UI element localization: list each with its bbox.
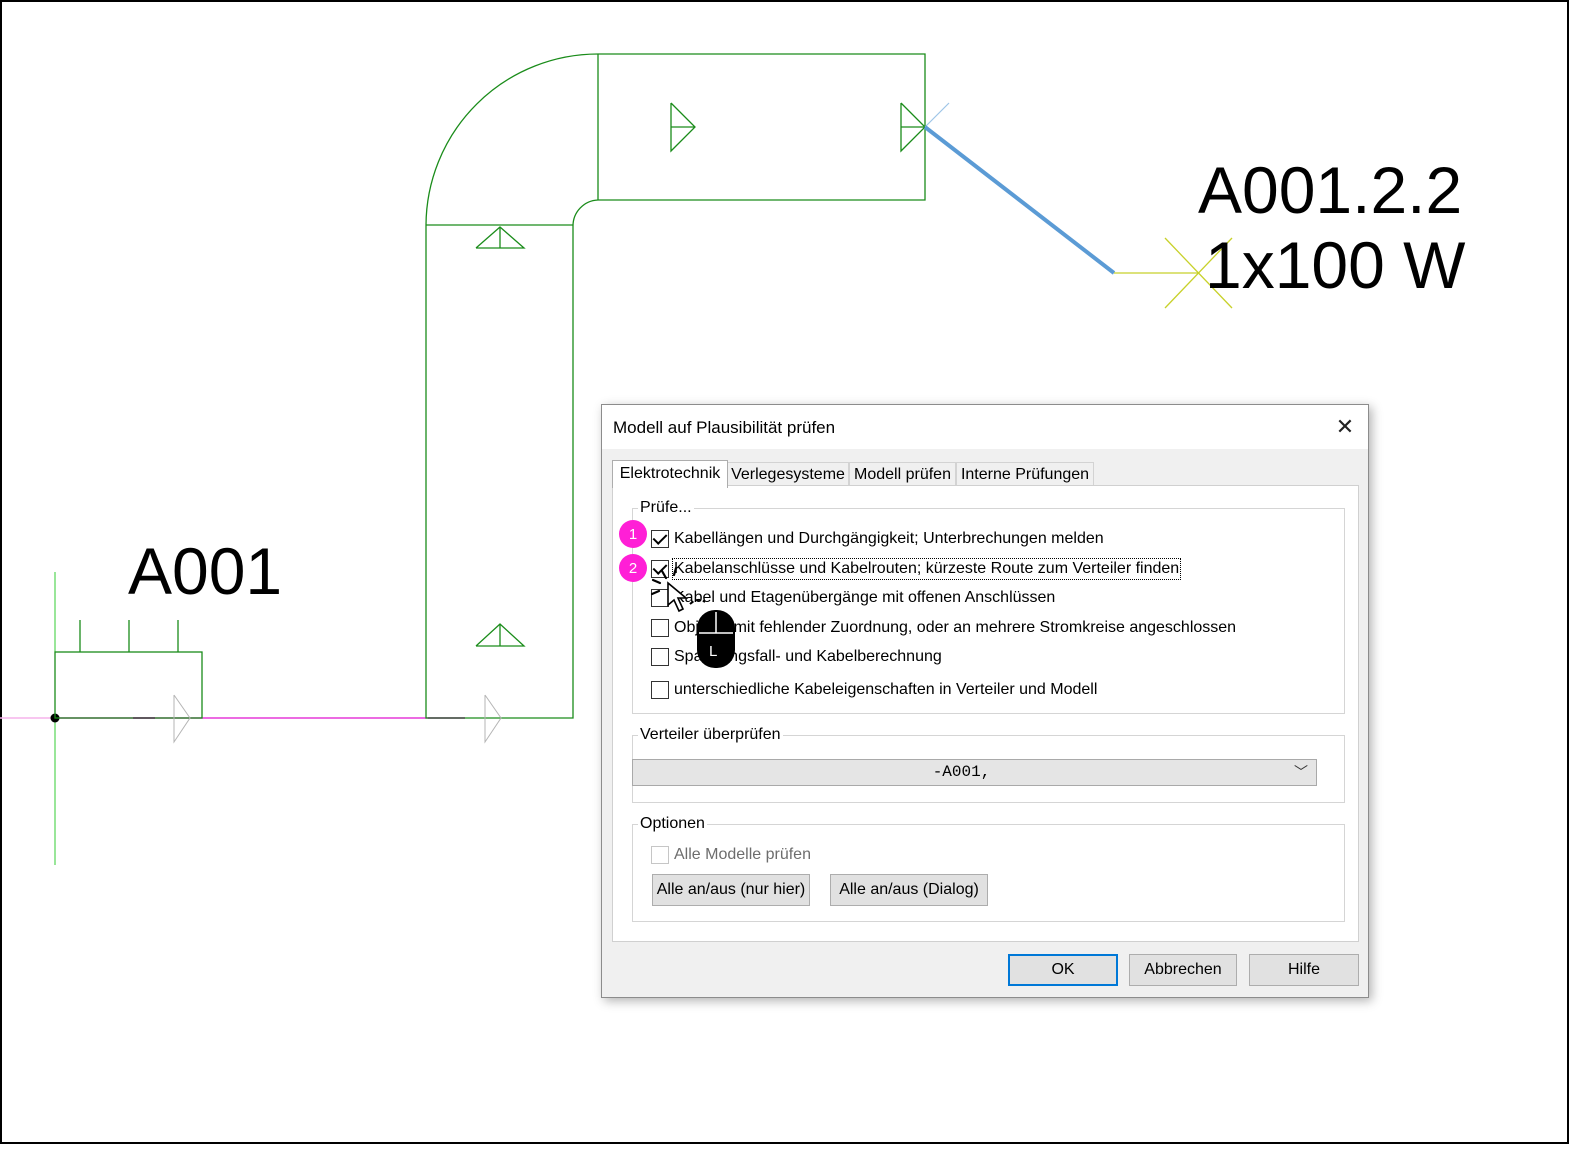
mouse-button-label: L xyxy=(709,643,718,660)
toggle-all-here-button[interactable]: Alle an/aus (nur hier) xyxy=(652,874,810,906)
check-group-label: Prüfe... xyxy=(638,499,694,517)
check-item-label: Kabelanschlüsse und Kabelrouten; kürzest… xyxy=(671,558,1182,580)
check-item-voltage-drop[interactable]: Spannungsfall- und Kabelberechnung xyxy=(651,646,942,668)
check-item-cable-properties[interactable]: unterschiedliche Kabeleigenschaften in V… xyxy=(651,679,1097,701)
cancel-button[interactable]: Abbrechen xyxy=(1129,954,1237,986)
check-item-label: Objekte mit fehlender Zuordnung, oder an… xyxy=(674,619,1237,636)
distributor-group-label: Verteiler überprüfen xyxy=(638,726,783,744)
options-group xyxy=(632,824,1345,922)
help-button[interactable]: Hilfe xyxy=(1249,954,1359,986)
checkbox[interactable] xyxy=(651,530,669,548)
options-group-label: Optionen xyxy=(638,815,707,833)
step-badge-1: 1 xyxy=(619,520,647,548)
label-distributor: A001 xyxy=(128,534,283,608)
tab-interne-pruefungen[interactable]: Interne Prüfungen xyxy=(956,462,1094,487)
distributor-select[interactable]: -A001, ﹀ xyxy=(632,759,1317,786)
checkbox[interactable] xyxy=(651,560,669,578)
checkbox[interactable] xyxy=(651,589,669,607)
check-item-label: Kabellängen und Durchgängigkeit; Unterbr… xyxy=(674,530,1104,547)
label-circuit: A001.2.2 xyxy=(1198,153,1463,227)
label-load: 1x100 W xyxy=(1205,228,1466,302)
distributor-select-value: -A001, xyxy=(932,763,991,781)
dialog-title: Modell auf Plausibilität prüfen xyxy=(613,418,836,437)
dialog-titlebar[interactable]: Modell auf Plausibilität prüfen ✕ xyxy=(602,405,1368,449)
plausibility-dialog: Modell auf Plausibilität prüfen ✕ Elektr… xyxy=(601,404,1369,998)
chevron-down-icon: ﹀ xyxy=(1294,766,1308,782)
check-item-cable-routes[interactable]: Kabelanschlüsse und Kabelrouten; kürzest… xyxy=(651,558,1182,580)
checkbox[interactable] xyxy=(651,846,669,864)
cable-blue xyxy=(923,125,1116,275)
check-item-label: Kabel und Etagenübergänge mit offenen An… xyxy=(674,589,1056,606)
tab-modell-pruefen[interactable]: Modell prüfen xyxy=(849,462,956,487)
option-all-models-label: Alle Modelle prüfen xyxy=(674,846,811,863)
checkbox[interactable] xyxy=(651,619,669,637)
tab-verlegesysteme[interactable]: Verlegesysteme xyxy=(727,462,849,487)
option-all-models[interactable]: Alle Modelle prüfen xyxy=(651,844,811,866)
check-item-cable-lengths[interactable]: Kabellängen und Durchgängigkeit; Unterbr… xyxy=(651,528,1104,550)
checkbox[interactable] xyxy=(651,681,669,699)
ok-button[interactable]: OK xyxy=(1008,954,1118,986)
tab-panel: Prüfe... Kabellängen und Durchgängigkeit… xyxy=(612,485,1359,942)
cable-end-mark xyxy=(924,102,950,128)
close-icon[interactable]: ✕ xyxy=(1322,405,1368,449)
checkbox[interactable] xyxy=(651,648,669,666)
tab-elektrotechnik[interactable]: Elektrotechnik xyxy=(612,460,728,488)
check-item-label: unterschiedliche Kabeleigenschaften in V… xyxy=(674,681,1098,698)
check-item-missing-assignment[interactable]: Objekte mit fehlender Zuordnung, oder an… xyxy=(651,617,1236,639)
step-badge-2: 2 xyxy=(619,554,647,582)
check-item-open-connections[interactable]: Kabel und Etagenübergänge mit offenen An… xyxy=(651,587,1055,609)
toggle-all-dialog-button[interactable]: Alle an/aus (Dialog) xyxy=(830,874,988,906)
